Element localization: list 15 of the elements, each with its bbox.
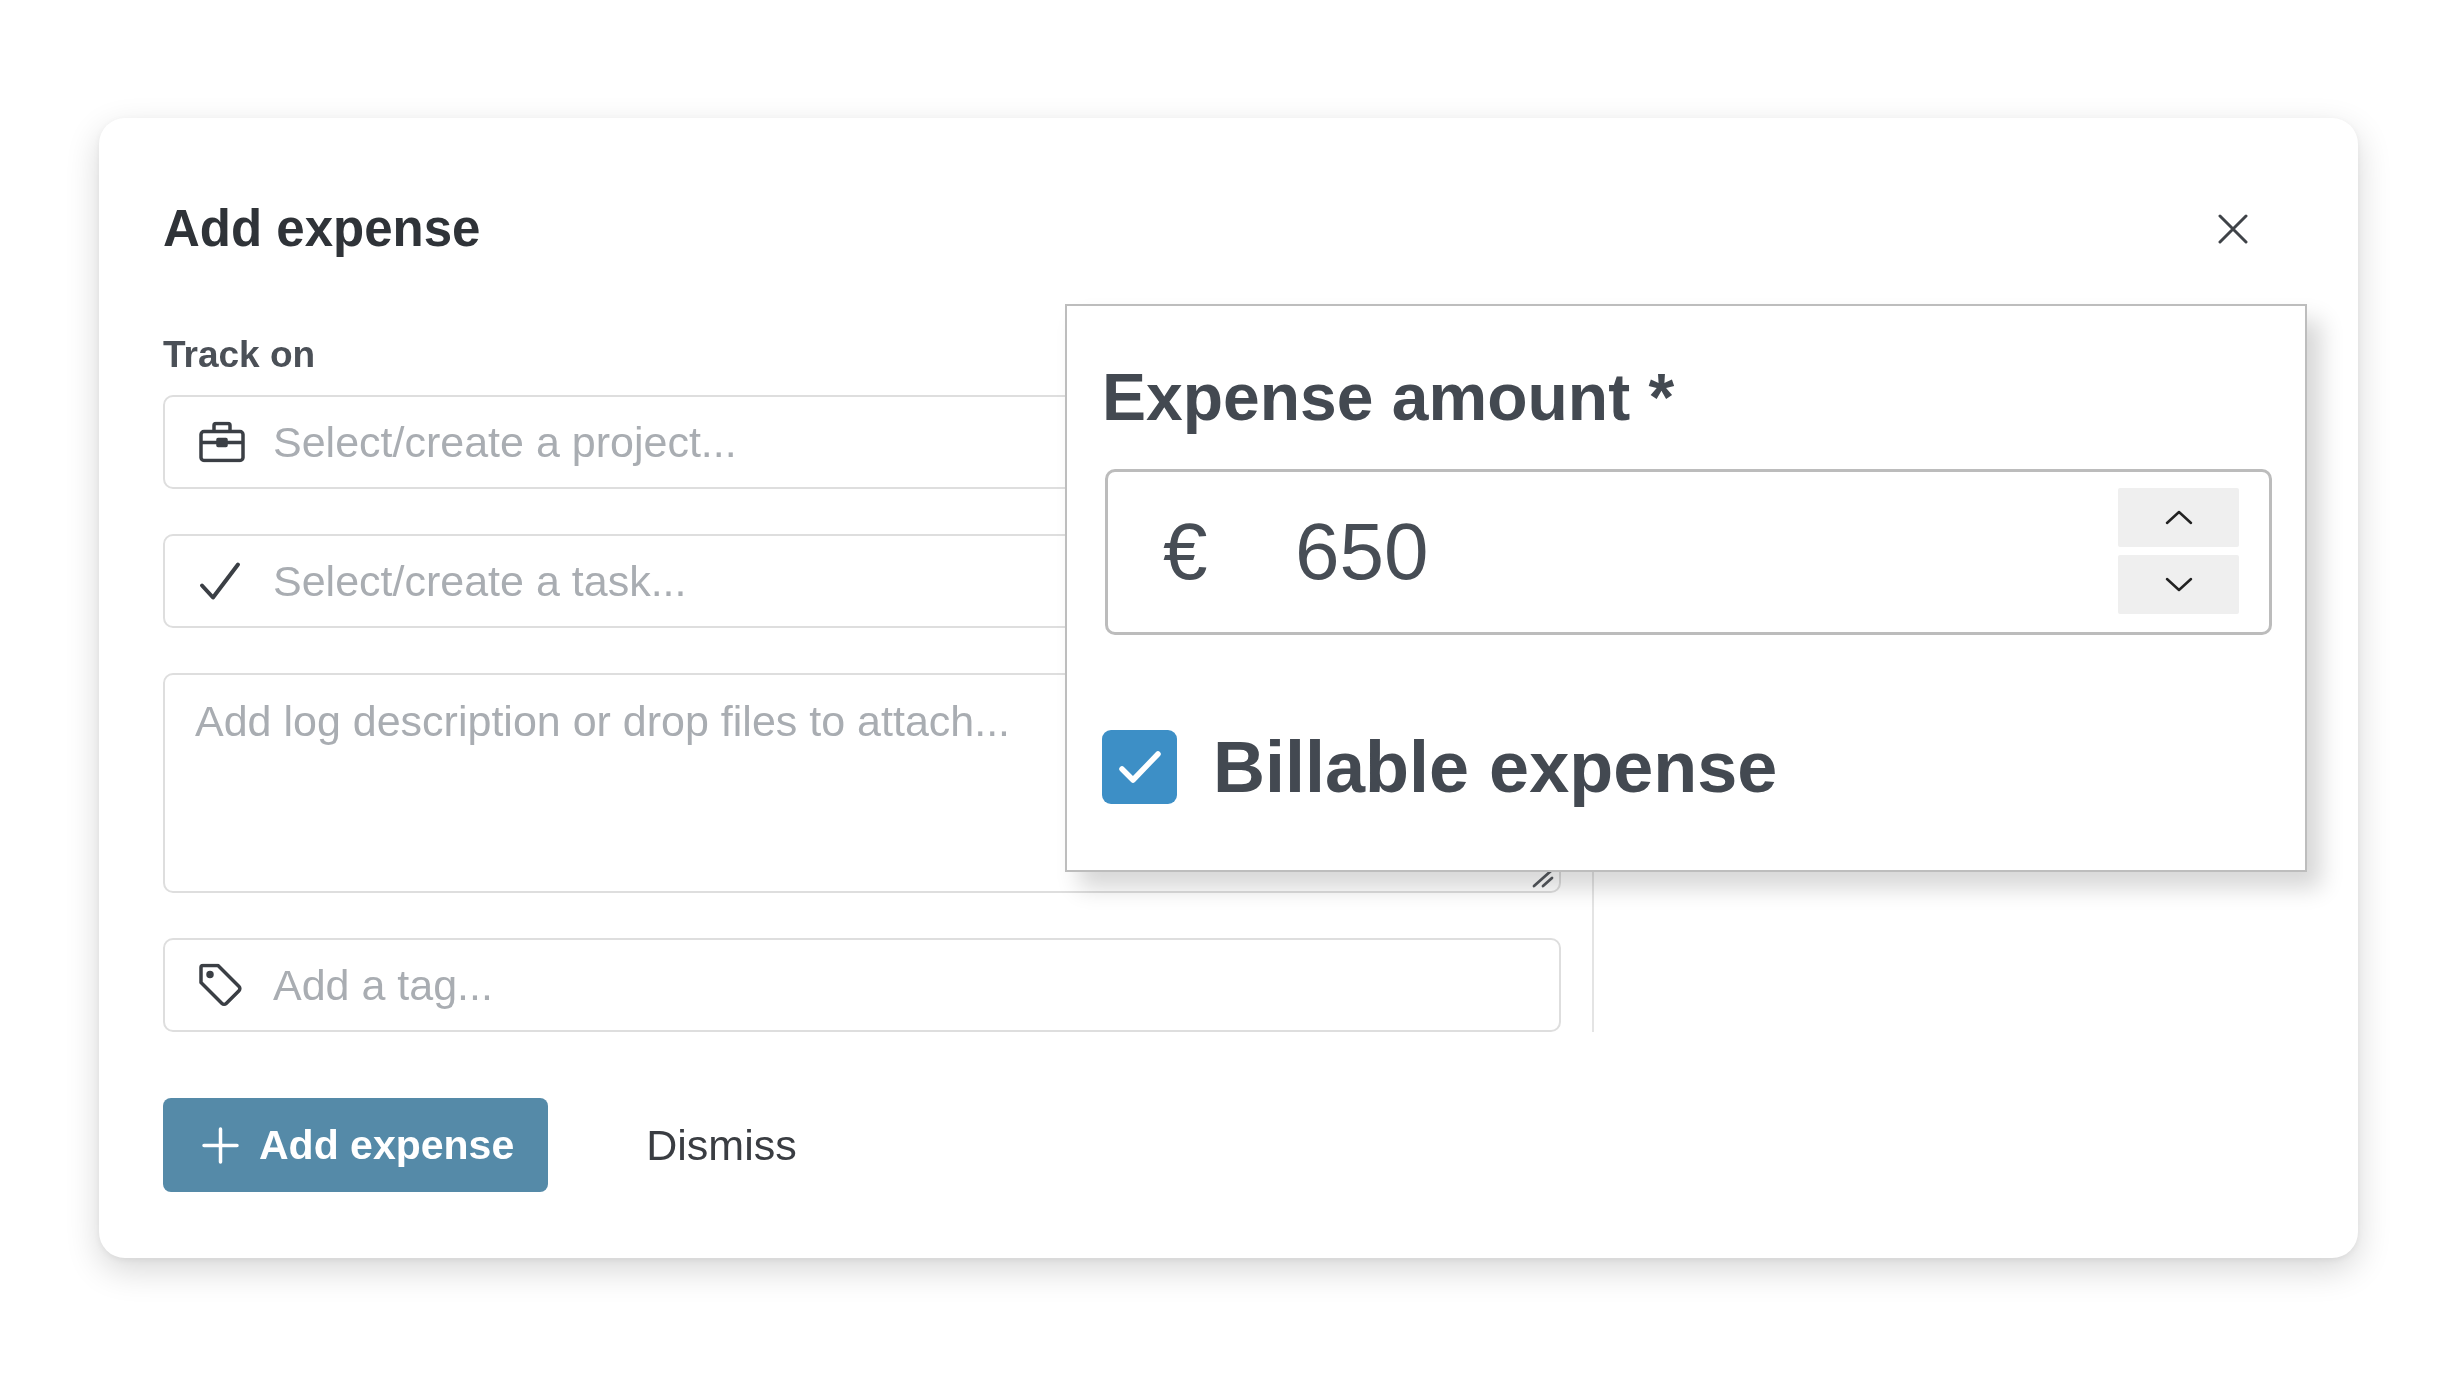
dialog-title: Add expense xyxy=(163,199,481,259)
tag-icon xyxy=(199,963,242,1007)
chevron-up-icon xyxy=(2164,510,2193,525)
briefcase-icon xyxy=(199,421,245,463)
checkmark-icon xyxy=(199,561,241,601)
plus-icon xyxy=(202,1126,239,1164)
track-on-label: Track on xyxy=(163,333,316,377)
add-expense-button[interactable]: Add expense xyxy=(163,1098,549,1192)
checkmark-icon xyxy=(1117,750,1162,784)
close-button[interactable] xyxy=(2218,214,2248,244)
dismiss-button[interactable]: Dismiss xyxy=(646,1120,797,1170)
close-icon xyxy=(2218,214,2248,244)
tag-field[interactable]: Add a tag... xyxy=(163,938,1561,1032)
chevron-down-icon xyxy=(2164,577,2193,592)
billable-checkbox[interactable] xyxy=(1102,730,1177,804)
